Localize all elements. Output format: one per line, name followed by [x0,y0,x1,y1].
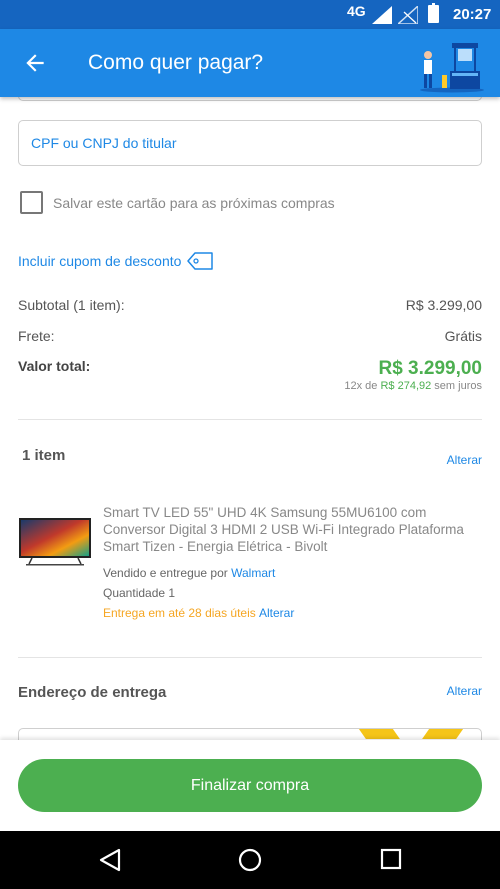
store-illustration-icon [420,43,484,93]
coupon-label: Incluir cupom de desconto [18,253,182,269]
decorative-stripe [422,729,466,739]
battery-icon [428,3,439,23]
app-bar: Como quer pagar? [0,29,500,97]
divider [18,657,482,658]
items-title: 1 item [22,447,66,464]
system-nav-bar [0,831,500,889]
divider [18,419,482,420]
shipping-value: Grátis [444,328,482,344]
product-image[interactable] [18,502,92,576]
coupon-link[interactable]: Incluir cupom de desconto [18,252,214,270]
total-label: Valor total: [18,358,91,374]
subtotal-row: Subtotal (1 item): R$ 3.299,00 [18,297,482,313]
back-triangle-icon[interactable] [99,848,121,872]
address-alter-link[interactable]: Alterar [447,684,482,698]
total-row: Valor total: R$ 3.299,00 [18,358,482,380]
seller-name[interactable]: Walmart [231,566,275,580]
total-value: R$ 3.299,00 [378,358,482,379]
save-card-row[interactable]: Salvar este cartão para as próximas comp… [20,191,335,214]
tag-icon [187,252,214,270]
recents-square-icon[interactable] [380,848,402,870]
signal-icon [372,6,392,24]
shipping-label: Frete: [18,328,55,344]
product-name[interactable]: Smart TV LED 55" UHD 4K Samsung 55MU6100… [103,504,483,555]
checkout-footer: Finalizar compra [0,740,500,831]
clock: 20:27 [453,6,492,23]
delivery-estimate: Entrega em até 28 dias úteis [103,606,256,620]
signal-empty-icon [398,6,418,24]
delivery-alter-link[interactable]: Alterar [259,606,294,620]
home-circle-icon[interactable] [238,848,262,872]
page-title: Como quer pagar? [88,51,264,74]
cpf-cnpj-input[interactable] [18,120,482,166]
tv-image [19,518,91,566]
items-alter-link[interactable]: Alterar [447,453,482,467]
address-card[interactable] [18,728,482,740]
subtotal-label: Subtotal (1 item): [18,297,125,313]
status-bar: 4G 20:27 [0,0,500,29]
network-type: 4G [347,3,366,19]
seller-info: Vendido e entregue por Walmart [103,566,276,580]
finalize-purchase-button[interactable]: Finalizar compra [18,759,482,812]
installments-info: 12x de R$ 274,92 sem juros [344,380,482,392]
save-card-checkbox[interactable] [20,191,43,214]
save-card-label: Salvar este cartão para as próximas comp… [53,194,335,211]
checkout-content[interactable]: Salvar este cartão para as próximas comp… [0,97,500,740]
decorative-stripe [356,729,400,739]
address-title: Endereço de entrega [18,684,167,701]
shipping-row: Frete: Grátis [18,328,482,344]
back-arrow-icon[interactable] [22,50,48,76]
previous-input-field[interactable] [18,97,482,101]
quantity: Quantidade 1 [103,586,176,600]
subtotal-value: R$ 3.299,00 [405,297,482,313]
